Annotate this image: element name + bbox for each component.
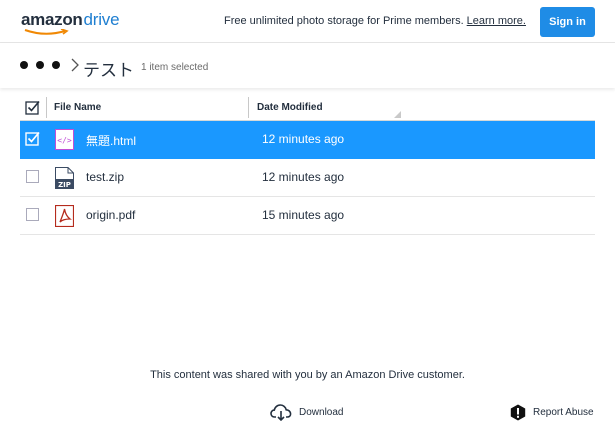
select-all-checkbox[interactable] xyxy=(25,100,40,115)
learn-more-link[interactable]: Learn more. xyxy=(467,15,526,27)
logo-amazon-text: amazon xyxy=(21,10,83,29)
sign-in-button[interactable]: Sign in xyxy=(540,7,595,37)
logo-drive-text: drive xyxy=(83,10,120,29)
table-row[interactable]: ZIP test.zip 12 minutes ago xyxy=(20,159,595,197)
file-date-modified: 12 minutes ago xyxy=(262,132,345,146)
amazon-drive-logo[interactable]: amazon drive xyxy=(21,10,120,36)
svg-text:</>: </> xyxy=(57,136,72,145)
file-date-modified: 12 minutes ago xyxy=(262,170,345,184)
prime-promo: Free unlimited photo storage for Prime m… xyxy=(224,15,526,27)
top-header: amazon drive Free unlimited photo storag… xyxy=(0,0,615,43)
column-header-date-modified[interactable]: Date Modified xyxy=(257,102,323,113)
row-checkbox-checked[interactable] xyxy=(25,131,40,146)
column-divider xyxy=(46,97,47,118)
resize-grip-icon[interactable] xyxy=(394,111,401,118)
more-options-icon[interactable] xyxy=(20,61,60,69)
file-name[interactable]: test.zip xyxy=(86,170,124,184)
report-abuse-label: Report Abuse xyxy=(533,407,594,418)
selection-count: 1 item selected xyxy=(141,62,209,73)
amazon-smile-icon xyxy=(24,29,69,35)
alert-icon xyxy=(510,404,526,421)
zip-file-icon: ZIP xyxy=(55,167,74,189)
breadcrumb: テスト 1 item selected xyxy=(0,43,615,88)
download-label: Download xyxy=(299,407,344,418)
column-header-file-name[interactable]: File Name xyxy=(54,102,101,113)
row-checkbox[interactable] xyxy=(26,208,39,221)
table-header: File Name Date Modified xyxy=(20,95,595,121)
shared-notice: This content was shared with you by an A… xyxy=(150,369,465,381)
table-row[interactable]: origin.pdf 15 minutes ago xyxy=(20,197,595,235)
table-row[interactable]: </> 無題.html 12 minutes ago xyxy=(20,121,595,159)
report-abuse-button[interactable]: Report Abuse xyxy=(510,404,594,421)
file-table: File Name Date Modified </> 無題.html 12 m… xyxy=(20,95,595,235)
chevron-right-icon xyxy=(71,58,79,72)
file-name[interactable]: origin.pdf xyxy=(86,208,135,222)
column-divider xyxy=(248,97,249,118)
html-file-icon: </> xyxy=(55,129,74,150)
download-button[interactable]: Download xyxy=(270,404,343,421)
pdf-file-icon xyxy=(55,205,74,227)
row-checkbox[interactable] xyxy=(26,170,39,183)
folder-title: テスト xyxy=(83,61,134,80)
file-name[interactable]: 無題.html xyxy=(86,132,136,149)
file-date-modified: 15 minutes ago xyxy=(262,208,345,222)
promo-text: Free unlimited photo storage for Prime m… xyxy=(224,15,464,27)
cloud-download-icon xyxy=(270,404,292,421)
svg-text:ZIP: ZIP xyxy=(58,181,71,189)
